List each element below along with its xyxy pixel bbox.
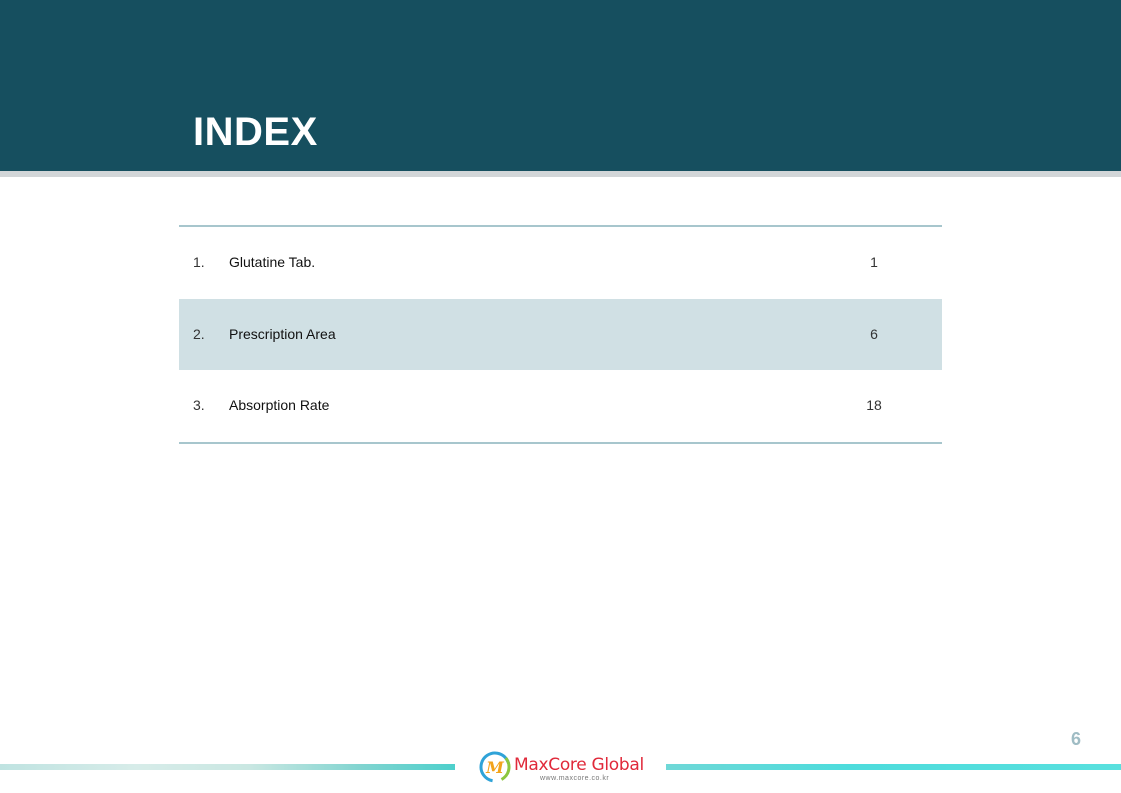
row-label: Glutatine Tab. — [229, 254, 316, 270]
footer-bar-left — [0, 764, 455, 770]
index-table: 1. Glutatine Tab. 1 2. Prescription Area… — [179, 225, 942, 444]
row-number: 1. — [193, 254, 205, 270]
row-page: 1 — [870, 254, 878, 270]
row-label: Absorption Rate — [229, 397, 330, 413]
header-banner — [0, 0, 1121, 171]
table-row[interactable]: 1. Glutatine Tab. 1 — [179, 227, 942, 299]
footer-bar-right — [666, 764, 1121, 770]
table-row[interactable]: 3. Absorption Rate 18 — [179, 370, 942, 442]
table-row[interactable]: 2. Prescription Area 6 — [179, 298, 942, 370]
row-number: 2. — [193, 325, 205, 342]
company-logo: M MaxCore Global www.maxcore.co.kr — [478, 750, 648, 786]
svg-text:M: M — [485, 758, 505, 777]
row-page: 6 — [870, 325, 878, 342]
page-title: INDEX — [193, 110, 318, 154]
maxcore-logo-icon: M — [479, 751, 511, 783]
row-number: 3. — [193, 397, 205, 413]
row-label: Prescription Area — [229, 325, 336, 342]
row-page: 18 — [866, 397, 882, 413]
page-number: 6 — [1070, 729, 1081, 749]
header-divider — [0, 171, 1121, 177]
logo-url: www.maxcore.co.kr — [540, 775, 610, 782]
logo-text: MaxCore Global — [514, 755, 644, 775]
